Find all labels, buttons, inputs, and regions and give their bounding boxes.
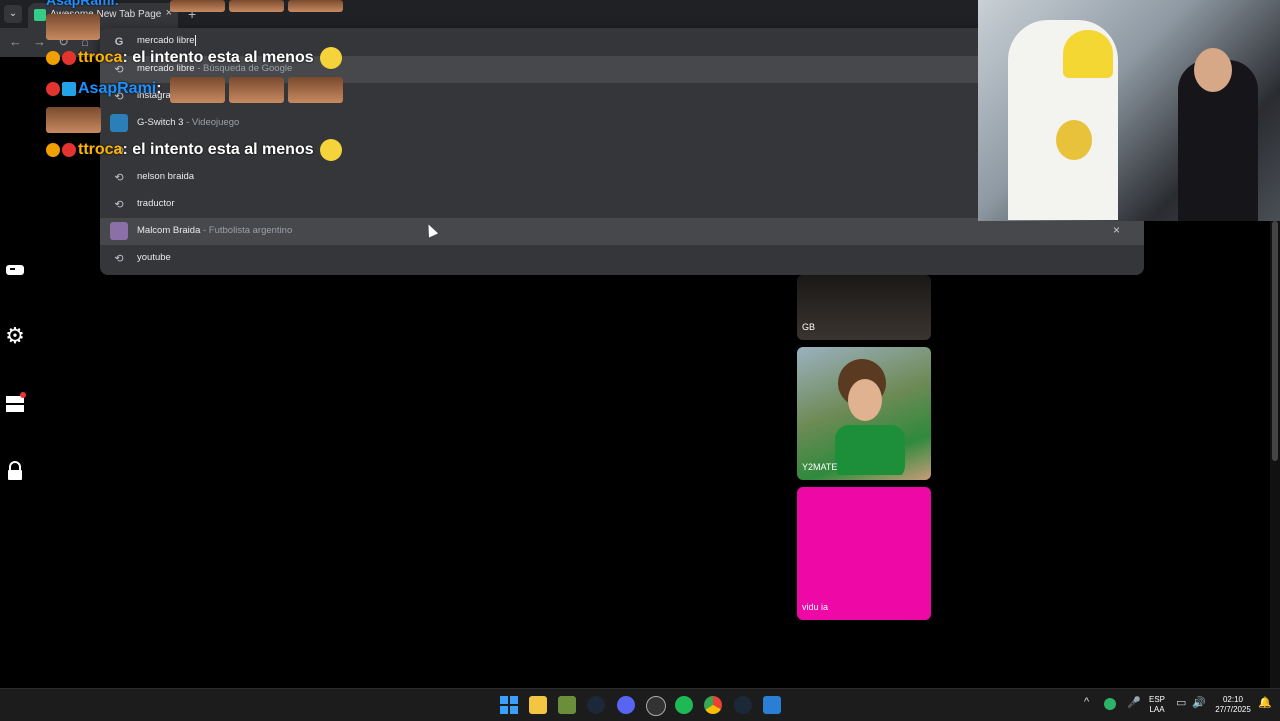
tile-label: Y2MATE <box>802 462 838 472</box>
chat-emote-image <box>170 77 225 103</box>
taskbar: ^ 🎤 ESP LAA ▭ 🔊 02:10 27/7/2025 🔔 <box>0 688 1280 721</box>
shortcut-tile-vidu-ia[interactable]: vidu ia <box>797 487 931 620</box>
game-thumbnail-icon <box>110 114 128 132</box>
sub-badge-icon <box>46 51 60 65</box>
tray-chevron-icon[interactable]: ^ <box>1084 696 1089 708</box>
chat-emote-image <box>229 0 284 12</box>
chat-emote-image <box>288 77 343 103</box>
language-indicator[interactable]: ESP LAA <box>1146 695 1168 715</box>
microphone-icon[interactable]: 🎤 <box>1127 696 1141 709</box>
remove-suggestion-icon[interactable]: × <box>1113 223 1120 237</box>
smile-emoji-icon <box>319 139 342 161</box>
history-icon: ⟲ <box>114 253 124 265</box>
lock-icon[interactable] <box>5 461 25 481</box>
chat-emote-image <box>46 107 101 133</box>
chat-message: ttroca: el intento esta al menos <box>46 139 342 161</box>
clock[interactable]: 02:10 27/7/2025 <box>1208 695 1258 715</box>
suggestion-item[interactable]: ⟲ youtube <box>100 245 1144 272</box>
shirt-print <box>1056 120 1092 160</box>
chrome-icon[interactable] <box>704 696 722 714</box>
tab-favicon-icon <box>34 9 46 21</box>
badge-icon <box>62 143 76 157</box>
steam-icon[interactable] <box>734 696 752 714</box>
cube-badge-icon <box>62 81 76 96</box>
tile-label: vidu ia <box>802 602 829 612</box>
back-icon[interactable]: ← <box>9 34 22 49</box>
security-tray-icon[interactable] <box>1104 698 1116 710</box>
network-icon[interactable]: ▭ <box>1176 696 1186 709</box>
shortcut-tile-gb[interactable]: GB <box>797 275 931 340</box>
badge-icon <box>46 81 60 96</box>
chat-emote-image <box>46 14 100 40</box>
friend-head <box>1194 48 1232 92</box>
spotify-icon[interactable] <box>675 696 693 714</box>
forward-icon[interactable]: → <box>33 34 46 49</box>
windows-start-icon[interactable] <box>500 696 518 714</box>
gear-icon[interactable]: ⚙ <box>5 323 25 348</box>
smile-emoji-icon <box>319 47 342 69</box>
obs-icon[interactable] <box>646 696 666 716</box>
badge-icon <box>62 51 76 65</box>
steam-icon[interactable] <box>587 696 605 714</box>
shortcut-tile-y2mate[interactable]: Y2MATE <box>797 347 931 480</box>
beanie-hat <box>1063 30 1113 78</box>
history-icon: ⟲ <box>114 199 124 211</box>
stack-icon[interactable] <box>5 392 26 412</box>
minecraft-icon[interactable] <box>558 696 576 714</box>
suggestion-item[interactable]: Malcom Braida - Futbolista argentino × <box>100 218 1144 245</box>
chat-emote-image <box>288 0 343 12</box>
webcam-overlay <box>978 0 1280 221</box>
chat-message: AsapRami: <box>46 80 162 98</box>
volume-icon[interactable]: 🔊 <box>1192 696 1206 709</box>
gamepad-icon[interactable] <box>5 262 25 282</box>
chat-username: AsapRami: <box>46 0 120 8</box>
app-icon[interactable] <box>763 696 781 714</box>
discord-icon[interactable] <box>617 696 635 714</box>
scrollbar-thumb[interactable] <box>1272 221 1278 461</box>
person-thumbnail-icon <box>110 222 128 240</box>
chat-message: ttroca: el intento esta al menos <box>46 47 342 69</box>
file-explorer-icon[interactable] <box>529 696 547 714</box>
chat-emote-image <box>170 0 225 12</box>
chat-emote-image <box>229 77 284 103</box>
history-icon: ⟲ <box>114 172 124 184</box>
page-scrollbar[interactable] <box>1270 221 1280 688</box>
tab-list-button[interactable]: ⌄ <box>4 5 22 23</box>
sub-badge-icon <box>46 143 60 157</box>
tab-strip: ⌄ Awesome New Tab Page × + <box>0 0 978 28</box>
notification-icon[interactable]: 🔔 <box>1258 696 1272 709</box>
tile-label: GB <box>802 322 816 332</box>
omnibox-input[interactable]: mercado libre <box>137 35 196 46</box>
